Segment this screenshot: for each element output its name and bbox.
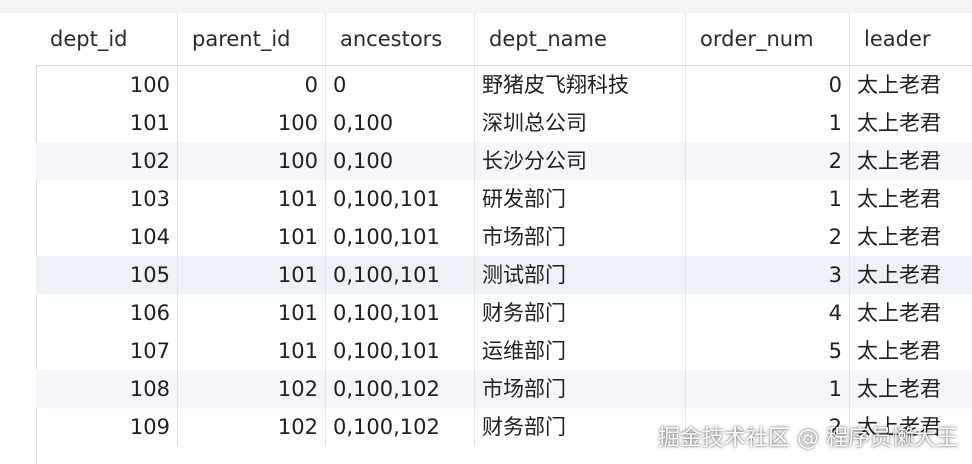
table-row[interactable]: 104 101 0,100,101 市场部门 2 太上老君 xyxy=(36,218,972,256)
cell-leader[interactable]: 太上老君 xyxy=(850,104,972,142)
cell-leader[interactable]: 太上老君 xyxy=(850,332,972,370)
table-row[interactable]: 100 0 0 野猪皮飞翔科技 0 太上老君 xyxy=(36,66,972,104)
cell-dept-name[interactable]: 市场部门 xyxy=(475,218,686,256)
cell-order-num[interactable]: 1 xyxy=(686,104,850,142)
cell-order-num[interactable]: 1 xyxy=(686,370,850,408)
cell-parent-id[interactable]: 101 xyxy=(178,256,326,294)
cell-parent-id[interactable]: 100 xyxy=(178,104,326,142)
cell-ancestors[interactable]: 0,100,101 xyxy=(326,256,475,294)
cell-leader[interactable]: 太上老君 xyxy=(850,256,972,294)
cell-dept-name[interactable]: 野猪皮飞翔科技 xyxy=(475,66,686,104)
column-header-order-num[interactable]: order_num xyxy=(686,13,850,65)
cell-parent-id[interactable]: 101 xyxy=(178,294,326,332)
cell-dept-name[interactable]: 研发部门 xyxy=(475,180,686,218)
cell-ancestors[interactable]: 0,100 xyxy=(326,104,475,142)
column-header-leader[interactable]: leader xyxy=(850,13,972,65)
cell-leader[interactable]: 太上老君 xyxy=(850,294,972,332)
cell-ancestors[interactable]: 0,100,101 xyxy=(326,218,475,256)
cell-dept-name[interactable]: 市场部门 xyxy=(475,370,686,408)
cell-dept-id[interactable]: 100 xyxy=(36,66,178,104)
cell-order-num[interactable]: 1 xyxy=(686,180,850,218)
column-header-ancestors[interactable]: ancestors xyxy=(326,13,475,65)
cell-parent-id[interactable]: 101 xyxy=(178,332,326,370)
table-row[interactable]: 106 101 0,100,101 财务部门 4 太上老君 xyxy=(36,294,972,332)
cell-leader[interactable]: 太上老君 xyxy=(850,370,972,408)
table-row[interactable]: 103 101 0,100,101 研发部门 1 太上老君 xyxy=(36,180,972,218)
cell-dept-id[interactable]: 108 xyxy=(36,370,178,408)
cell-dept-id[interactable]: 102 xyxy=(36,142,178,180)
cell-ancestors[interactable]: 0 xyxy=(326,66,475,104)
cell-parent-id[interactable]: 101 xyxy=(178,180,326,218)
cell-parent-id[interactable]: 101 xyxy=(178,218,326,256)
result-grid: dept_id parent_id ancestors dept_name or… xyxy=(36,13,972,446)
row-number-gutter xyxy=(0,13,37,464)
cell-dept-name[interactable]: 测试部门 xyxy=(475,256,686,294)
toolbar-strip xyxy=(0,0,972,14)
column-header-dept-name[interactable]: dept_name xyxy=(475,13,686,65)
cell-leader[interactable]: 太上老君 xyxy=(850,66,972,104)
cell-dept-id[interactable]: 103 xyxy=(36,180,178,218)
cell-dept-id[interactable]: 101 xyxy=(36,104,178,142)
table-row[interactable]: 105 101 0,100,101 测试部门 3 太上老君 xyxy=(36,256,972,294)
cell-ancestors[interactable]: 0,100,101 xyxy=(326,180,475,218)
cell-parent-id[interactable]: 102 xyxy=(178,408,326,446)
column-header-dept-id[interactable]: dept_id xyxy=(36,13,178,65)
table-row[interactable]: 102 100 0,100 长沙分公司 2 太上老君 xyxy=(36,142,972,180)
cell-order-num[interactable]: 5 xyxy=(686,332,850,370)
table-row[interactable]: 101 100 0,100 深圳总公司 1 太上老君 xyxy=(36,104,972,142)
table-row[interactable]: 108 102 0,100,102 市场部门 1 太上老君 xyxy=(36,370,972,408)
cell-parent-id[interactable]: 100 xyxy=(178,142,326,180)
cell-dept-name[interactable]: 长沙分公司 xyxy=(475,142,686,180)
result-grid-window: dept_id parent_id ancestors dept_name or… xyxy=(0,0,972,464)
column-header-row: dept_id parent_id ancestors dept_name or… xyxy=(36,13,972,66)
cell-dept-id[interactable]: 105 xyxy=(36,256,178,294)
cell-dept-id[interactable]: 104 xyxy=(36,218,178,256)
cell-leader[interactable]: 太上老君 xyxy=(850,218,972,256)
cell-leader[interactable]: 太上老君 xyxy=(850,180,972,218)
cell-ancestors[interactable]: 0,100,102 xyxy=(326,408,475,446)
cell-dept-id[interactable]: 107 xyxy=(36,332,178,370)
column-header-parent-id[interactable]: parent_id xyxy=(178,13,326,65)
cell-dept-id[interactable]: 106 xyxy=(36,294,178,332)
cell-dept-name[interactable]: 财务部门 xyxy=(475,294,686,332)
cell-ancestors[interactable]: 0,100,101 xyxy=(326,294,475,332)
cell-dept-name[interactable]: 财务部门 xyxy=(475,408,686,446)
cell-dept-name[interactable]: 运维部门 xyxy=(475,332,686,370)
cell-parent-id[interactable]: 102 xyxy=(178,370,326,408)
cell-leader[interactable]: 太上老君 xyxy=(850,142,972,180)
watermark-text: 掘金技术社区 @ 程序员懒大王 xyxy=(658,426,958,451)
cell-order-num[interactable]: 4 xyxy=(686,294,850,332)
cell-ancestors[interactable]: 0,100,101 xyxy=(326,332,475,370)
cell-ancestors[interactable]: 0,100 xyxy=(326,142,475,180)
cell-dept-id[interactable]: 109 xyxy=(36,408,178,446)
cell-order-num[interactable]: 3 xyxy=(686,256,850,294)
cell-order-num[interactable]: 2 xyxy=(686,218,850,256)
cell-order-num[interactable]: 0 xyxy=(686,66,850,104)
cell-ancestors[interactable]: 0,100,102 xyxy=(326,370,475,408)
cell-order-num[interactable]: 2 xyxy=(686,142,850,180)
table-row[interactable]: 107 101 0,100,101 运维部门 5 太上老君 xyxy=(36,332,972,370)
cell-parent-id[interactable]: 0 xyxy=(178,66,326,104)
cell-dept-name[interactable]: 深圳总公司 xyxy=(475,104,686,142)
